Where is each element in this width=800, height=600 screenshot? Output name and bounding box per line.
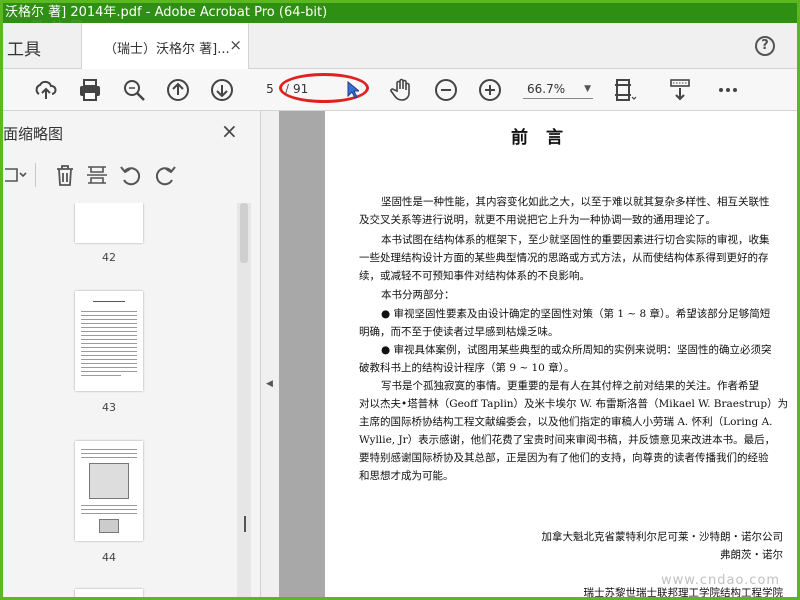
window-title: 沃格尔 著] 2014年.pdf - Adobe Acrobat Pro (64… [3, 3, 797, 23]
paragraph: 本书试图在结构体系的框架下，至少就坚固性的重要因素进行切合实际的审视，收集 一些… [359, 234, 770, 282]
zoom-search-icon[interactable] [121, 77, 147, 103]
panel-splitter[interactable]: ◀ [261, 111, 279, 597]
resize-grip[interactable] [244, 516, 246, 532]
zoom-out-icon[interactable] [433, 77, 459, 103]
fit-page-icon[interactable] [611, 77, 637, 103]
thumbnail-figure [89, 463, 129, 499]
upload-icon[interactable] [33, 77, 59, 103]
zoom-in-icon[interactable] [477, 77, 503, 103]
chevron-down-icon: ▼ [584, 84, 591, 94]
signature-line: 弗朗茨・诺尔 [720, 549, 783, 561]
thumbnail-options-icon[interactable] [3, 163, 27, 187]
close-icon[interactable]: × [221, 119, 238, 143]
paragraph: 本书分两部分： [381, 289, 455, 301]
zoom-value: 66.7% [527, 82, 566, 96]
print-icon[interactable] [77, 77, 103, 103]
zoom-select[interactable]: 66.7% ▼ [523, 79, 593, 99]
more-icon[interactable] [715, 77, 741, 103]
thumbnail-page-number: 43 [102, 401, 116, 414]
hand-icon[interactable] [389, 77, 415, 103]
extract-pages-icon[interactable] [85, 163, 109, 187]
help-icon[interactable]: ? [755, 36, 775, 56]
scroll-mode-icon[interactable] [667, 77, 693, 103]
rotate-left-icon[interactable] [119, 163, 143, 187]
thumbnail-figure [99, 519, 119, 533]
divider [35, 163, 36, 187]
thumbnails-panel: 面缩略图 × 42 43 44 [3, 111, 261, 597]
scrollbar-thumb[interactable] [240, 203, 248, 263]
document-background [279, 111, 325, 597]
thumbnail-page-number: 42 [102, 251, 116, 264]
paragraph: 坚固性是一种性能，其内容变化如此之大，以至于难以就其复杂多样性、相互关联性 及交… [359, 196, 770, 226]
tab-document[interactable]: （瑞士）沃格尔 著]... × [81, 23, 249, 69]
thumbnail-scrollbar[interactable] [237, 203, 251, 597]
close-icon[interactable]: × [229, 36, 242, 54]
rotate-right-icon[interactable] [153, 163, 177, 187]
tab-document-label: （瑞士）沃格尔 著]... [104, 42, 230, 57]
trash-icon[interactable] [53, 163, 77, 187]
signature-line: 加拿大魁北克省蒙特利尔尼可莱・沙特朗・诺尔公司 [541, 531, 784, 543]
page-heading: 前言 [511, 128, 581, 148]
panel-title: 面缩略图 [3, 125, 64, 143]
tab-tools[interactable]: 工具 [7, 35, 41, 60]
paragraph: 写书是个孤独寂寞的事情。更重要的是有人在其付梓之前对结果的关注。作者希望 对以杰… [359, 380, 789, 482]
page-down-icon[interactable] [209, 77, 235, 103]
paragraph: ● 审视具体案例，试图用某些典型的或众所周知的实例来说明：坚固性的确立必须突 破… [359, 344, 772, 374]
paragraph: ● 审视坚固性要素及由设计确定的坚固性对策（第 1 ~ 8 章）。希望该部分足够… [359, 308, 771, 338]
thumbnail-toolbar [3, 159, 203, 191]
toolbar: 5 / 91 66.7% ▼ [3, 69, 797, 111]
document-page: 前言 坚固性是一种性能，其内容变化如此之大，以至于难以就其复杂多样性、相互关联性… [325, 111, 797, 597]
collapse-arrow-icon[interactable]: ◀ [266, 379, 273, 389]
page-up-icon[interactable] [165, 77, 191, 103]
thumbnail-page[interactable] [75, 589, 143, 597]
thumbnail-list: 42 43 44 [3, 203, 253, 597]
tab-bar: 工具 （瑞士）沃格尔 著]... × ? [3, 23, 797, 69]
thumbnail-page[interactable] [75, 203, 143, 243]
cursor-arrow-icon [347, 80, 361, 103]
thumbnail-page[interactable] [75, 291, 143, 391]
thumbnail-page-number: 44 [102, 551, 116, 564]
watermark-bottom: www.cndao.com [661, 573, 781, 588]
thumbnail-page[interactable] [75, 441, 143, 541]
